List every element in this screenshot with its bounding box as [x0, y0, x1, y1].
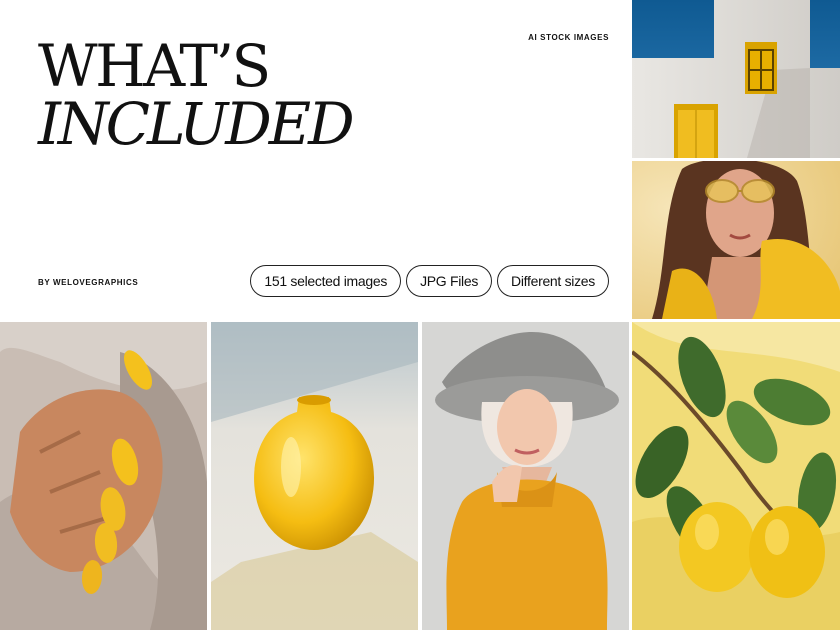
photo-yellow-nails [0, 322, 207, 630]
photo-yellow-vase [211, 322, 418, 630]
photo-lemons [632, 322, 840, 630]
photo-white-building [632, 0, 840, 158]
badge-selected-images: 151 selected images [250, 265, 402, 297]
title-line-1: WHAT’S [38, 32, 271, 100]
photo-woman-sunglasses [632, 161, 840, 319]
intro-panel: WHAT’S INCLUDED AI STOCK IMAGES BY WELOV… [0, 0, 630, 320]
title-line-2: INCLUDED [38, 90, 355, 158]
feature-badges: 151 selected images JPG Files Different … [250, 265, 609, 297]
byline: BY WELOVEGRAPHICS [38, 278, 139, 287]
badge-sizes: Different sizes [497, 265, 609, 297]
badge-file-format: JPG Files [406, 265, 493, 297]
kicker-label: AI STOCK IMAGES [528, 33, 609, 42]
photo-woman-hat [422, 322, 629, 630]
